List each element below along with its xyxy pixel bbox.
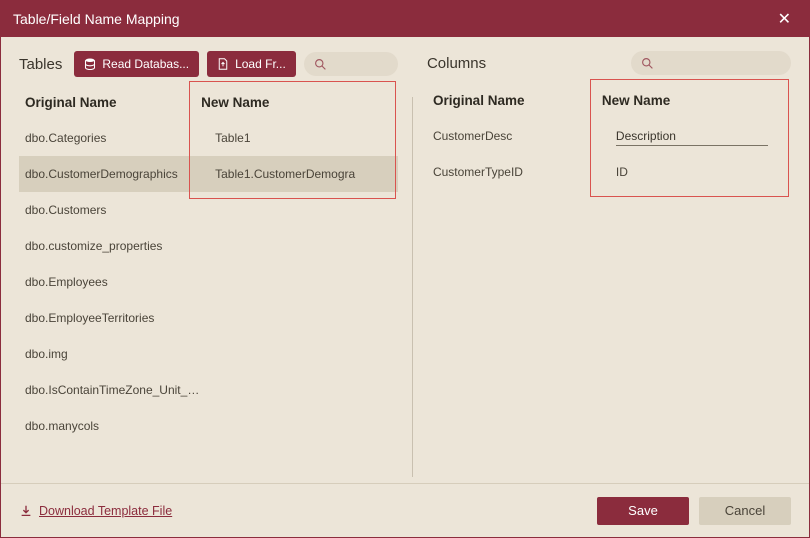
table-original-name: dbo.EmployeeTerritories — [25, 311, 201, 325]
table-row[interactable]: dbo.IsContainTimeZone_Unit_Test — [19, 372, 398, 408]
columns-col-new: New Name — [602, 93, 785, 108]
download-template-link[interactable]: Download Template File — [19, 504, 172, 518]
download-template-label: Download Template File — [39, 504, 172, 518]
tables-col-original: Original Name — [25, 95, 201, 110]
columns-grid: Original Name New Name CustomerDescCusto… — [427, 93, 791, 190]
search-icon — [314, 58, 327, 71]
close-icon[interactable]: ✕ — [772, 9, 797, 29]
file-upload-icon — [217, 58, 229, 70]
columns-rows: CustomerDesc CustomerTypeIDID — [427, 118, 791, 190]
tables-panel: Tables Read Databas... Load Fr... — [19, 51, 412, 477]
tables-search[interactable] — [304, 52, 398, 76]
tables-grid: Original Name New Name dbo.CategoriesTab… — [19, 95, 398, 444]
tables-columns-header: Original Name New Name — [19, 95, 398, 120]
column-original-name: CustomerTypeID — [433, 165, 602, 179]
table-row[interactable]: dbo.Customers — [19, 192, 398, 228]
table-row[interactable]: dbo.manycols — [19, 408, 398, 444]
columns-columns-header: Original Name New Name — [427, 93, 791, 118]
table-original-name: dbo.Employees — [25, 275, 201, 289]
dialog-window: Table/Field Name Mapping ✕ Tables Read D… — [0, 0, 810, 538]
table-row[interactable]: dbo.img — [19, 336, 398, 372]
table-new-name[interactable]: Table1.CustomerDemogra — [201, 167, 392, 181]
download-icon — [19, 504, 33, 518]
table-original-name: dbo.IsContainTimeZone_Unit_Test — [25, 383, 201, 397]
load-from-button[interactable]: Load Fr... — [207, 51, 296, 77]
table-original-name: dbo.CustomerDemographics — [25, 167, 201, 181]
tables-title: Tables — [19, 56, 62, 73]
table-row[interactable]: dbo.CategoriesTable1 — [19, 120, 398, 156]
column-new-name-cell — [602, 127, 785, 146]
table-original-name: dbo.Categories — [25, 131, 201, 145]
read-database-label: Read Databas... — [102, 57, 189, 71]
columns-col-original: Original Name — [433, 93, 602, 108]
footer: Download Template File Save Cancel — [1, 483, 809, 537]
column-row[interactable]: CustomerTypeIDID — [427, 154, 791, 190]
column-new-name-input[interactable] — [616, 127, 768, 146]
table-new-name[interactable]: Table1 — [201, 131, 392, 145]
tables-rows: dbo.CategoriesTable1dbo.CustomerDemograp… — [19, 120, 398, 444]
column-row[interactable]: CustomerDesc — [427, 118, 791, 154]
columns-panel: Columns Original Name New Name CustomerD… — [413, 51, 791, 477]
save-button[interactable]: Save — [597, 497, 689, 525]
table-row[interactable]: dbo.Employees — [19, 264, 398, 300]
columns-title: Columns — [427, 55, 486, 72]
load-from-label: Load Fr... — [235, 57, 286, 71]
table-row[interactable]: dbo.EmployeeTerritories — [19, 300, 398, 336]
column-new-name-cell[interactable]: ID — [602, 165, 785, 179]
table-original-name: dbo.img — [25, 347, 201, 361]
panels: Tables Read Databas... Load Fr... — [1, 37, 809, 483]
tables-col-new: New Name — [201, 95, 392, 110]
columns-panel-head: Columns — [427, 51, 791, 75]
content-area: Tables Read Databas... Load Fr... — [1, 37, 809, 537]
column-original-name: CustomerDesc — [433, 129, 602, 143]
read-database-button[interactable]: Read Databas... — [74, 51, 199, 77]
titlebar: Table/Field Name Mapping ✕ — [1, 1, 809, 37]
search-icon — [641, 57, 654, 70]
columns-search[interactable] — [631, 51, 791, 75]
window-title: Table/Field Name Mapping — [13, 11, 180, 27]
cancel-button[interactable]: Cancel — [699, 497, 791, 525]
table-row[interactable]: dbo.CustomerDemographicsTable1.CustomerD… — [19, 156, 398, 192]
table-row[interactable]: dbo.customize_properties — [19, 228, 398, 264]
table-original-name: dbo.Customers — [25, 203, 201, 217]
tables-panel-head: Tables Read Databas... Load Fr... — [19, 51, 398, 77]
table-original-name: dbo.customize_properties — [25, 239, 201, 253]
table-original-name: dbo.manycols — [25, 419, 201, 433]
database-icon — [84, 58, 96, 70]
